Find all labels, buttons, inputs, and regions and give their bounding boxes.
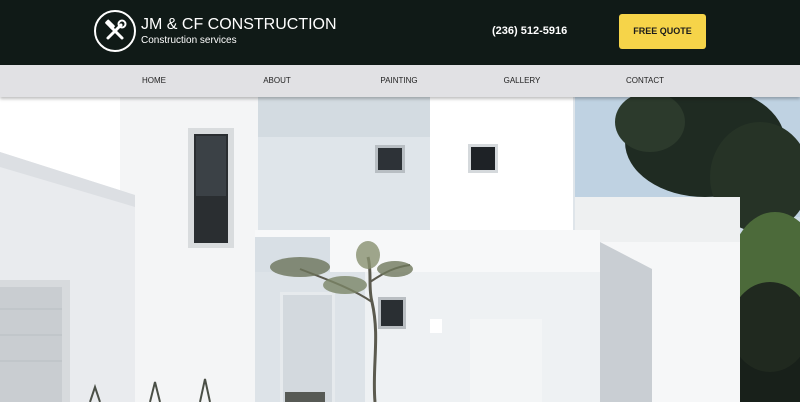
nav-item-gallery[interactable]: GALLERY	[504, 65, 541, 97]
free-quote-button[interactable]: FREE QUOTE	[619, 14, 706, 49]
nav-item-contact[interactable]: CONTACT	[626, 65, 664, 97]
brand-tagline: Construction services	[141, 35, 237, 46]
nav-item-painting[interactable]: PAINTING	[380, 65, 417, 97]
site-header: JM & CF CONSTRUCTION Construction servic…	[0, 0, 800, 65]
house-illustration	[0, 97, 800, 402]
hero-image	[0, 97, 800, 402]
logo-icon[interactable]	[94, 10, 136, 52]
main-navigation: HOME ABOUT PAINTING GALLERY CONTACT	[0, 65, 800, 97]
nav-item-home[interactable]: HOME	[142, 65, 166, 97]
phone-number-link[interactable]: (236) 512-5916	[492, 24, 567, 38]
hammer-wrench-icon	[105, 19, 127, 40]
nav-item-about[interactable]: ABOUT	[263, 65, 291, 97]
brand-name[interactable]: JM & CF CONSTRUCTION	[141, 16, 337, 34]
